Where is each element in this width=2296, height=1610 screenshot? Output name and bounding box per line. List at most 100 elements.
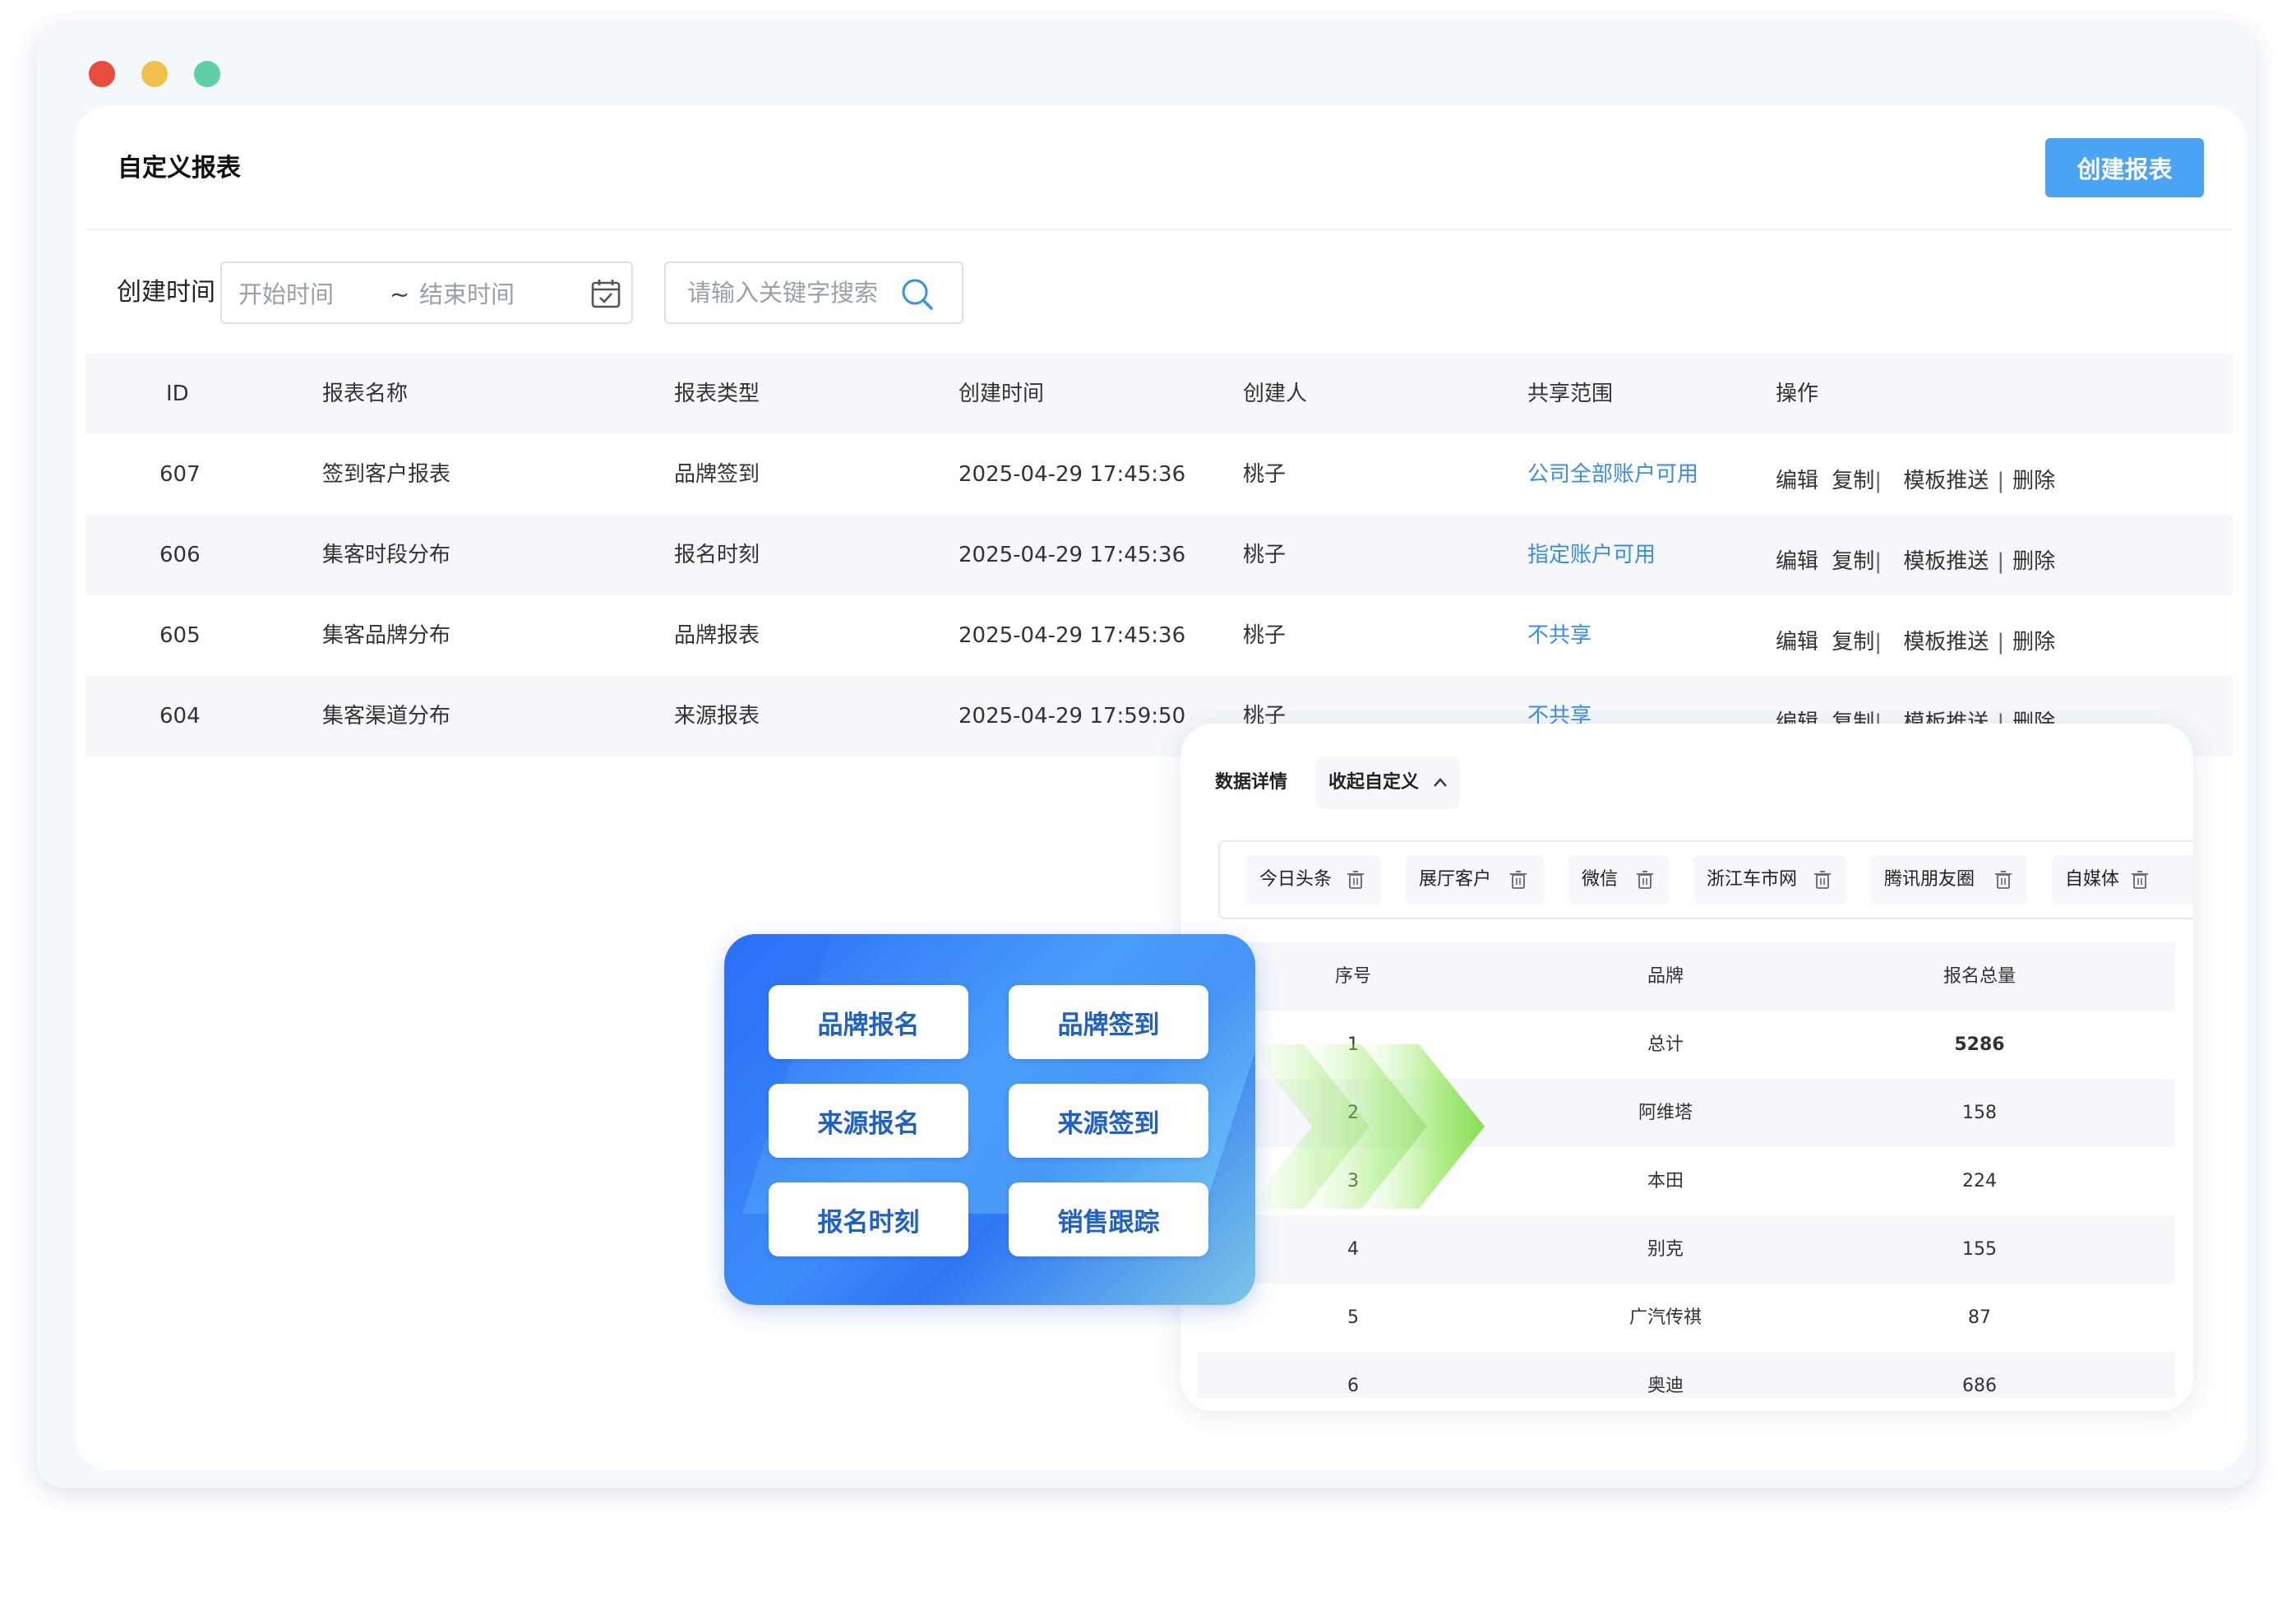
detail-row-total: 155 (1962, 1239, 1997, 1260)
edit-action[interactable]: 编辑 (1776, 441, 1818, 521)
end-date-field[interactable]: 结束时间 (419, 278, 515, 311)
report-type-signup-time-button[interactable]: 报名时刻 (769, 1182, 968, 1256)
detail-row-brand: 总计 (1647, 1034, 1684, 1055)
row-creator: 桃子 (1243, 623, 1287, 648)
source-tag[interactable]: 自媒体 (2052, 855, 2193, 904)
row-type: 报名时刻 (674, 543, 760, 567)
search-box[interactable] (664, 261, 963, 324)
report-type-brand-checkin-button[interactable]: 品牌签到 (1009, 985, 1208, 1059)
row-creator: 桃子 (1243, 462, 1287, 487)
row-created: 2025-04-29 17:45:36 (959, 623, 1186, 648)
template-push-action[interactable]: 模板推送 (1903, 441, 1989, 521)
template-push-action[interactable]: 模板推送 (1903, 521, 1989, 602)
detail-header-row: 序号 品牌 报名总量 (1197, 942, 2175, 1011)
source-tag-label: 展厅客户 (1419, 869, 1492, 890)
column-header-id: ID (166, 382, 189, 406)
delete-action[interactable]: 删除 (2012, 441, 2055, 521)
row-scope-link[interactable]: 指定账户可用 (1527, 515, 1656, 595)
trash-icon[interactable] (1994, 870, 2012, 890)
row-id: 606 (159, 543, 201, 567)
detail-row-brand: 广汽传祺 (1628, 1307, 1702, 1328)
column-header-name: 报表名称 (322, 382, 409, 406)
search-input[interactable] (687, 276, 901, 309)
trash-icon[interactable] (1813, 870, 1832, 890)
column-header-created: 创建时间 (959, 382, 1045, 406)
trash-icon[interactable] (2131, 870, 2149, 890)
row-id: 604 (159, 704, 201, 729)
detail-row: 5 广汽传祺 87 (1197, 1284, 2175, 1352)
column-header-type: 报表类型 (674, 382, 760, 406)
header-divider (85, 229, 2233, 230)
row-name: 签到客户报表 (322, 462, 451, 487)
row-name: 集客渠道分布 (322, 704, 451, 729)
column-header-scope: 共享范围 (1527, 382, 1614, 406)
detail-row-brand: 别克 (1647, 1239, 1684, 1260)
collapse-custom-label: 收起自定义 (1328, 772, 1420, 793)
detail-row-total: 158 (1962, 1103, 1997, 1123)
row-type: 品牌报表 (674, 623, 760, 648)
row-creator: 桃子 (1243, 543, 1287, 567)
search-icon[interactable] (899, 276, 935, 312)
detail-row-total: 224 (1962, 1171, 1997, 1191)
action-divider: | (1874, 549, 1883, 574)
detail-row-no: 5 (1347, 1307, 1359, 1328)
source-tag-label: 腾讯朋友圈 (1884, 869, 1975, 890)
delete-action[interactable]: 删除 (2012, 602, 2055, 682)
detail-row-brand: 阿维塔 (1638, 1103, 1693, 1123)
source-tag-label: 微信 (1582, 869, 1619, 890)
row-actions: 编辑 复制| 模板推送 | 删除 (1776, 441, 2055, 521)
source-tag-label: 自媒体 (2065, 869, 2120, 890)
collapse-custom-toggle[interactable]: 收起自定义 (1315, 756, 1460, 809)
row-id: 607 (159, 462, 201, 487)
create-report-button[interactable]: 创建报表 (2045, 138, 2204, 197)
reports-table: ID 报表名称 报表类型 创建时间 创建人 共享范围 操作 607 签到客户报表… (85, 354, 2233, 756)
page-title: 自定义报表 (118, 154, 241, 183)
edit-action[interactable]: 编辑 (1776, 602, 1818, 682)
card-bottom-edge (1180, 1398, 2193, 1411)
template-push-action[interactable]: 模板推送 (1903, 602, 1989, 682)
report-type-card: 品牌报名 品牌签到 来源报名 来源签到 报名时刻 销售跟踪 (724, 934, 1255, 1305)
created-time-label: 创建时间 (117, 278, 215, 307)
copy-action[interactable]: 复制 (1832, 602, 1874, 682)
report-type-source-checkin-button[interactable]: 来源签到 (1009, 1084, 1208, 1158)
detail-row-total: 87 (1968, 1307, 1991, 1328)
trash-icon[interactable] (1347, 870, 1365, 890)
column-header-actions: 操作 (1776, 382, 1819, 406)
column-header-no: 序号 (1334, 966, 1371, 987)
row-created: 2025-04-29 17:59:50 (959, 704, 1186, 729)
source-tag[interactable]: 腾讯朋友圈 (1871, 855, 2027, 904)
copy-action[interactable]: 复制 (1832, 441, 1874, 521)
row-scope-link[interactable]: 不共享 (1527, 595, 1591, 676)
report-type-brand-signup-button[interactable]: 品牌报名 (769, 985, 968, 1059)
date-range-picker[interactable]: 开始时间 ~ 结束时间 (220, 261, 633, 324)
window-maximize-button[interactable] (194, 61, 220, 87)
column-header-creator: 创建人 (1243, 382, 1308, 406)
start-date-field[interactable]: 开始时间 (238, 278, 334, 311)
detail-row-brand: 本田 (1647, 1171, 1684, 1191)
source-tag-label: 浙江车市网 (1707, 869, 1798, 890)
action-divider: | (1997, 630, 2005, 655)
row-name: 集客品牌分布 (322, 623, 451, 648)
chevron-arrows-icon (1246, 1044, 1485, 1209)
edit-action[interactable]: 编辑 (1776, 521, 1818, 602)
source-tag[interactable]: 浙江车市网 (1693, 855, 1846, 904)
report-type-source-signup-button[interactable]: 来源报名 (769, 1084, 968, 1158)
report-type-sales-tracking-button[interactable]: 销售跟踪 (1009, 1182, 1208, 1256)
action-divider: | (1997, 549, 2005, 574)
source-tag[interactable]: 展厅客户 (1406, 855, 1544, 904)
data-detail-title: 数据详情 (1215, 772, 1288, 793)
source-tag[interactable]: 微信 (1568, 855, 1669, 904)
delete-action[interactable]: 删除 (2012, 521, 2055, 602)
row-scope-link[interactable]: 公司全部账户可用 (1527, 434, 1698, 515)
source-tag[interactable]: 今日头条 (1246, 855, 1381, 904)
row-created: 2025-04-29 17:45:36 (959, 462, 1186, 487)
table-row: 607 签到客户报表 品牌签到 2025-04-29 17:45:36 桃子 公… (85, 434, 2233, 515)
window-close-button[interactable] (89, 61, 115, 87)
row-type: 来源报表 (674, 704, 760, 729)
window-minimize-button[interactable] (141, 61, 168, 87)
trash-icon[interactable] (1636, 870, 1654, 890)
trash-icon[interactable] (1509, 870, 1527, 890)
calendar-icon[interactable] (590, 278, 621, 309)
copy-action[interactable]: 复制 (1832, 521, 1874, 602)
card-sheen (741, 934, 1255, 1214)
